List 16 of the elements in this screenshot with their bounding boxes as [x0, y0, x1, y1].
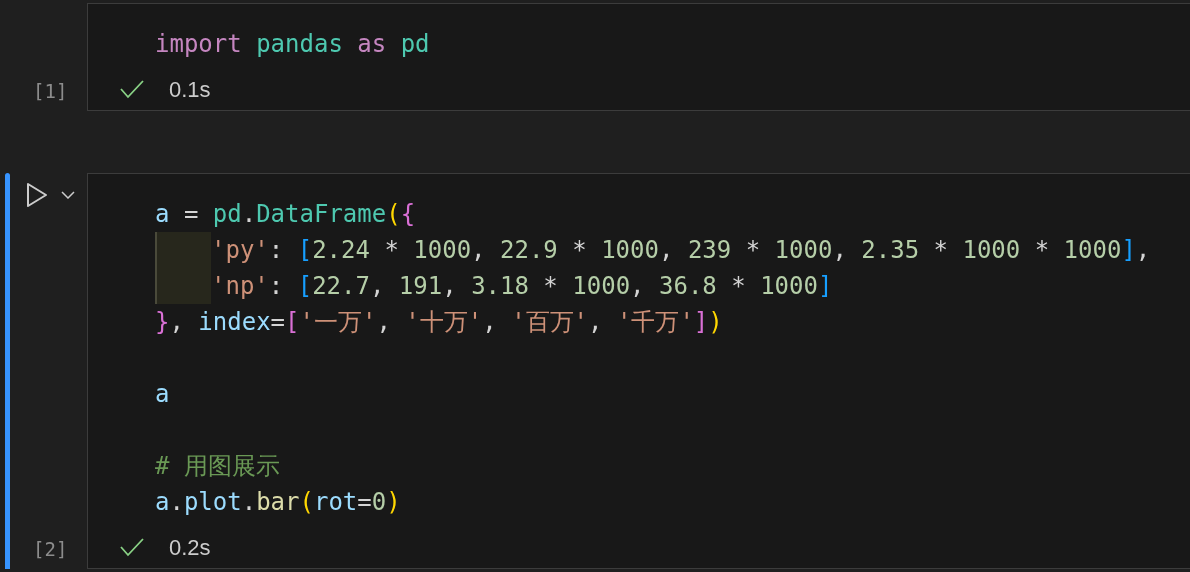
code-line: }, index=['一万', '十万', '百万', '千万']) — [155, 307, 723, 338]
code-line: a — [155, 379, 170, 410]
code-line: # 用图展示 — [155, 451, 280, 482]
execution-time: 0.2s — [169, 533, 211, 562]
execution-count: [1] — [33, 79, 69, 103]
chevron-down-icon[interactable] — [61, 191, 75, 199]
code-cell[interactable]: import pandas as pd 0.1s — [87, 3, 1190, 111]
execution-count: [2] — [33, 537, 69, 561]
run-icon[interactable] — [25, 182, 49, 208]
code-line: 'py': [2.24 * 1000, 22.9 * 1000, 239 * 1000, 2.35 * 1000 * 1000], — [211, 235, 1151, 266]
execution-time: 0.1s — [169, 75, 211, 104]
code-cell[interactable]: a = pd.DataFrame({ 'py': [2.24 * 1000, 22.9 * 1000, 239 * 1000, 2.35 * 1000 * 1000], 'np': [22.7, 191, 3.18 * 1000, 36.8 * 1000] }, index=['一万', '十万', '百万', '千万']) a # 用图展示 a.plot.bar(rot=0) 0.2s — [87, 173, 1190, 569]
code-line: 'np': [22.7, 191, 3.18 * 1000, 36.8 * 1000] — [211, 271, 833, 302]
code-line: a.plot.bar(rot=0) — [155, 487, 401, 518]
code-line: import pandas as pd — [155, 29, 430, 60]
code-line: a = pd.DataFrame({ — [155, 199, 416, 230]
